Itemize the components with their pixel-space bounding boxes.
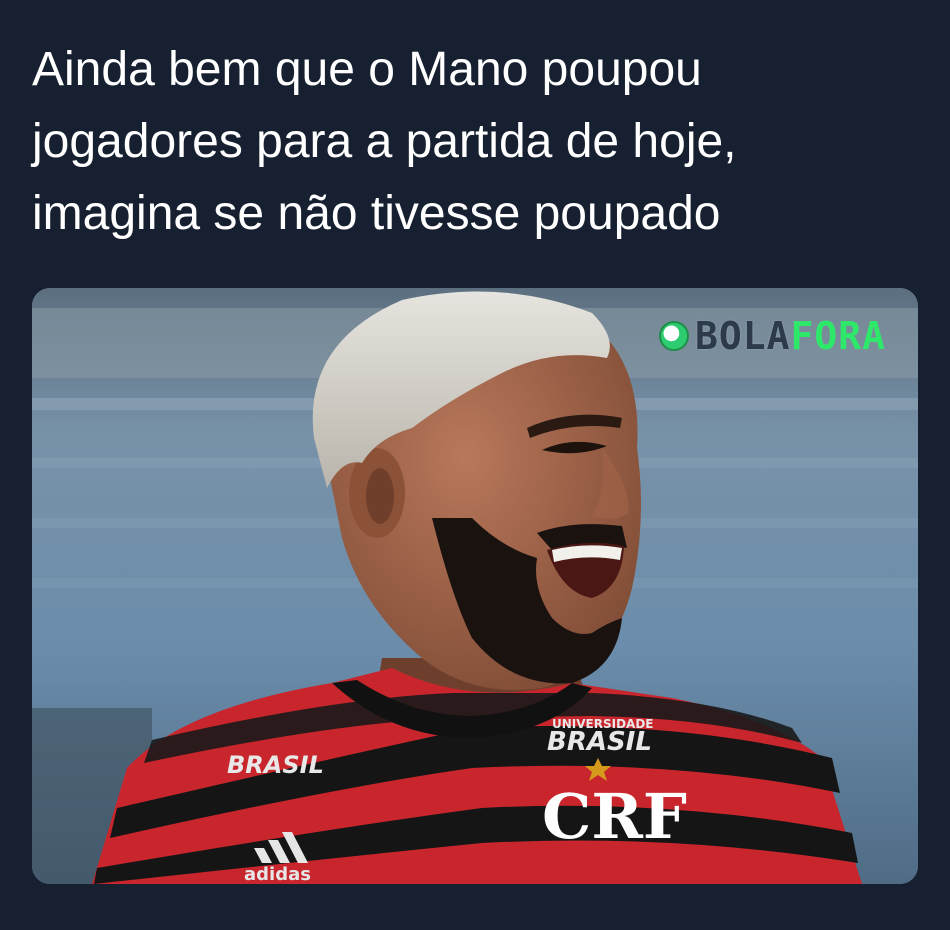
tweet-text-line-3: imagina se não tivesse poupado [32,187,721,240]
watermark-text: BOLAFORA [695,316,886,356]
watermark-part-1: BOLA [694,314,791,358]
tweet-media-image[interactable]: BRASIL UNIVERSIDADE BRASIL CRF adidas BO… [32,288,918,884]
tweet-card: Ainda bem que o Mano poupou jogadores pa… [0,0,950,930]
soccer-ball-icon [658,321,689,351]
tweet-text: Ainda bem que o Mano poupou jogadores pa… [32,34,922,250]
jersey-sponsor-right: BRASIL [547,727,652,757]
player-photo: BRASIL UNIVERSIDADE BRASIL CRF adidas [32,288,918,884]
tweet-text-line-2: jogadores para a partida de hoje, [32,115,737,168]
club-crest: CRF [542,780,687,853]
jersey-sponsor-left: BRASIL [227,751,324,779]
tweet-text-line-1: Ainda bem que o Mano poupou [32,43,702,96]
bolafora-watermark: BOLAFORA [658,316,886,356]
jersey-brand: adidas [244,864,311,884]
watermark-part-2: FORA [790,314,886,358]
